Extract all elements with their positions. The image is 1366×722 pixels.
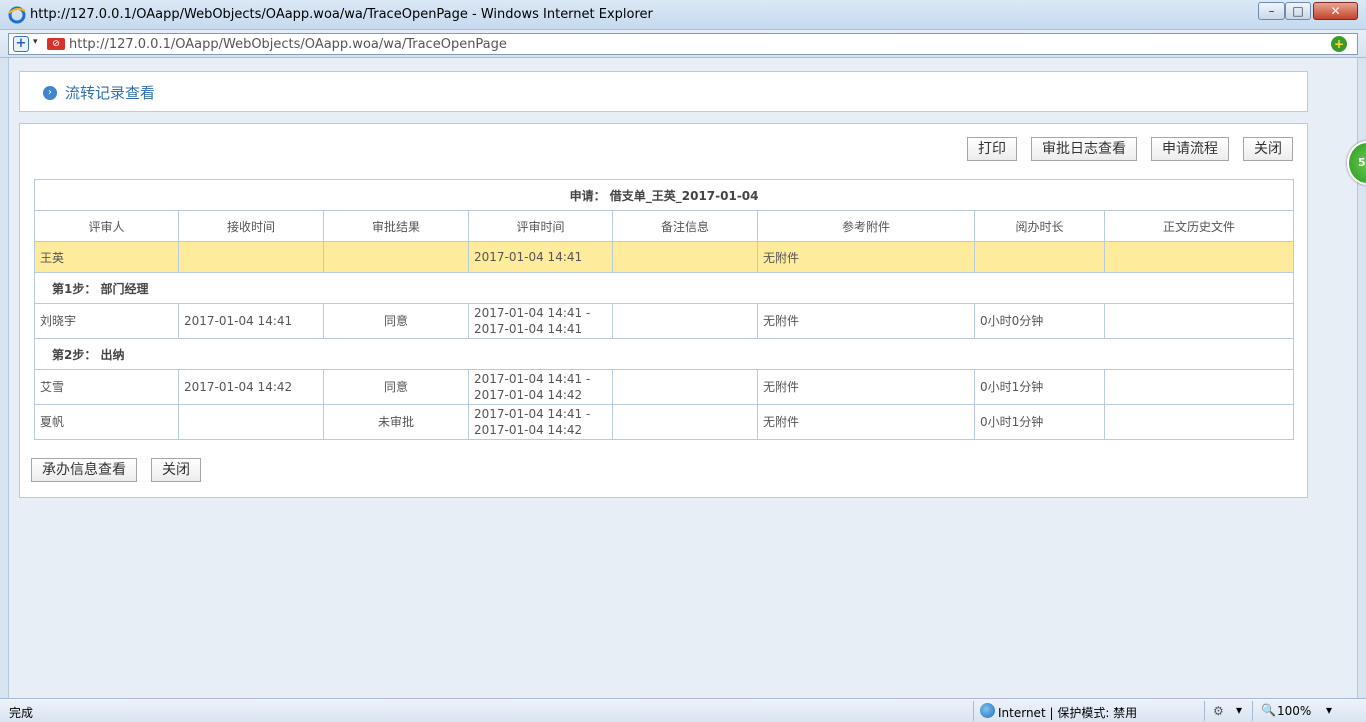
chevron-down-icon[interactable]: ▾ xyxy=(1326,703,1332,717)
column-header: 审批结果 xyxy=(323,210,469,242)
bottom-close-button[interactable]: 关闭 xyxy=(151,458,201,482)
zoom-icon[interactable]: 🔍 xyxy=(1261,703,1276,717)
column-header: 阅办时长 xyxy=(974,210,1105,242)
table-row: 刘晓宇 2017-01-04 14:41 同意 2017-01-04 14:41… xyxy=(34,303,1295,339)
cell-result: 同意 xyxy=(323,303,469,339)
review-start: 2017-01-04 14:41 - xyxy=(474,306,591,320)
cell-review-time: 2017-01-04 14:41 - 2017-01-04 14:42 xyxy=(468,369,613,405)
window-titlebar: http://127.0.0.1/OAapp/WebObjects/OAapp.… xyxy=(0,0,1366,30)
step-label: 第2步： 出纳 xyxy=(33,338,1295,370)
zone-text[interactable]: Internet | 保护模式: 禁用 xyxy=(998,704,1137,721)
table-row-applicant: 王英 2017-01-04 14:41 无附件 xyxy=(34,241,1295,273)
table-caption: 申请： 借支单_王英_2017-01-04 xyxy=(33,179,1295,211)
cell-result: 未审批 xyxy=(323,404,469,440)
window-title: http://127.0.0.1/OAapp/WebObjects/OAapp.… xyxy=(30,7,653,22)
review-end: 2017-01-04 14:41 xyxy=(474,322,583,336)
zoom-level[interactable]: 100% xyxy=(1277,704,1311,718)
go-icon[interactable]: + xyxy=(1331,36,1347,52)
cell-received: 2017-01-04 14:41 xyxy=(178,303,324,339)
step-row: 第2步： 出纳 xyxy=(33,338,1295,370)
maximize-icon: □ xyxy=(1292,4,1304,18)
cell-history xyxy=(1103,404,1295,440)
status-text: 完成 xyxy=(9,706,34,720)
cell-attachment: 无附件 xyxy=(757,303,975,339)
cell-reviewer: 刘晓宇 xyxy=(34,303,179,339)
close-window-button[interactable]: ✕ xyxy=(1313,2,1358,20)
status-bar: 完成 Internet | 保护模式: 禁用 ⚙ ▾ 🔍 100% ▾ xyxy=(0,698,1366,722)
chevron-down-icon[interactable]: ▾ xyxy=(1236,703,1242,717)
url-text[interactable]: http://127.0.0.1/OAapp/WebObjects/OAapp.… xyxy=(69,37,507,52)
handler-info-button[interactable]: 承办信息查看 xyxy=(31,458,137,482)
print-button[interactable]: 打印 xyxy=(967,137,1017,161)
cell-result: 同意 xyxy=(323,369,469,405)
cell-result xyxy=(323,241,469,273)
chevron-down-icon[interactable]: ▾ xyxy=(33,37,38,47)
ie-logo-icon xyxy=(8,6,26,24)
cell-attachment: 无附件 xyxy=(757,369,975,405)
globe-icon xyxy=(980,703,995,718)
page-title: 流转记录查看 xyxy=(65,84,156,102)
cell-note xyxy=(612,369,758,405)
review-end: 2017-01-04 14:42 xyxy=(474,423,583,437)
cell-note xyxy=(612,241,758,273)
address-field[interactable]: + ▾ ⊘ http://127.0.0.1/OAapp/WebObjects/… xyxy=(8,33,1358,55)
address-bar: + ▾ ⊘ http://127.0.0.1/OAapp/WebObjects/… xyxy=(0,30,1366,58)
review-end: 2017-01-04 14:42 xyxy=(474,388,583,402)
cell-duration: 0小时1分钟 xyxy=(974,369,1105,405)
status-divider xyxy=(1204,701,1205,721)
column-header: 评审人 xyxy=(34,210,179,242)
cell-history xyxy=(1103,303,1295,339)
table-row: 艾雪 2017-01-04 14:42 同意 2017-01-04 14:41 … xyxy=(34,369,1295,405)
column-header: 参考附件 xyxy=(757,210,975,242)
cell-reviewer: 夏帆 xyxy=(34,404,179,440)
security-icon: ⊘ xyxy=(47,38,65,50)
review-start: 2017-01-04 14:41 - xyxy=(474,407,591,421)
cell-received: 2017-01-04 14:42 xyxy=(178,369,324,405)
cell-attachment: 无附件 xyxy=(757,404,975,440)
step-row: 第1步： 部门经理 xyxy=(33,272,1295,304)
trace-table: 申请： 借支单_王英_2017-01-04 评审人 接收时间 审批结果 评审时间… xyxy=(33,179,1295,440)
cell-review-time: 2017-01-04 14:41 - 2017-01-04 14:42 xyxy=(468,404,613,440)
status-divider xyxy=(973,701,974,721)
column-header: 备注信息 xyxy=(612,210,758,242)
apply-flow-button[interactable]: 申请流程 xyxy=(1151,137,1229,161)
maximize-button[interactable]: □ xyxy=(1285,2,1311,20)
column-header: 正文历史文件 xyxy=(1103,210,1295,242)
cell-reviewer: 王英 xyxy=(34,241,179,273)
cell-history xyxy=(1103,369,1295,405)
audit-log-button[interactable]: 审批日志查看 xyxy=(1031,137,1137,161)
cell-received xyxy=(178,241,324,273)
review-start: 2017-01-04 14:41 - xyxy=(474,372,591,386)
minimize-icon: – xyxy=(1268,4,1275,18)
status-divider xyxy=(1252,701,1253,721)
cell-review-time: 2017-01-04 14:41 - 2017-01-04 14:41 xyxy=(468,303,613,339)
cell-history xyxy=(1103,241,1295,273)
cell-note xyxy=(612,404,758,440)
page-header: › 流转记录查看 xyxy=(19,71,1308,112)
column-header: 评审时间 xyxy=(468,210,613,242)
cell-received xyxy=(178,404,324,440)
step-label: 第1步： 部门经理 xyxy=(33,272,1295,304)
cell-attachment: 无附件 xyxy=(757,241,975,273)
cell-duration xyxy=(974,241,1105,273)
table-header-row: 评审人 接收时间 审批结果 评审时间 备注信息 参考附件 阅办时长 正文历史文件 xyxy=(34,210,1295,242)
column-header: 接收时间 xyxy=(178,210,324,242)
minimize-button[interactable]: – xyxy=(1258,2,1285,20)
close-icon: ✕ xyxy=(1330,4,1341,18)
cell-reviewer: 艾雪 xyxy=(34,369,179,405)
close-button[interactable]: 关闭 xyxy=(1243,137,1293,161)
page-icon[interactable]: + xyxy=(13,36,29,52)
cell-duration: 0小时0分钟 xyxy=(974,303,1105,339)
table-row: 夏帆 未审批 2017-01-04 14:41 -2017-01-04 14:4… xyxy=(34,404,1295,440)
cell-note xyxy=(612,303,758,339)
settings-icon[interactable]: ⚙ xyxy=(1213,704,1227,718)
cell-duration: 0小时1分钟 xyxy=(974,404,1105,440)
chevron-right-icon: › xyxy=(43,86,57,100)
table-caption-row: 申请： 借支单_王英_2017-01-04 xyxy=(33,179,1295,211)
cell-review-time: 2017-01-04 14:41 xyxy=(468,241,613,273)
